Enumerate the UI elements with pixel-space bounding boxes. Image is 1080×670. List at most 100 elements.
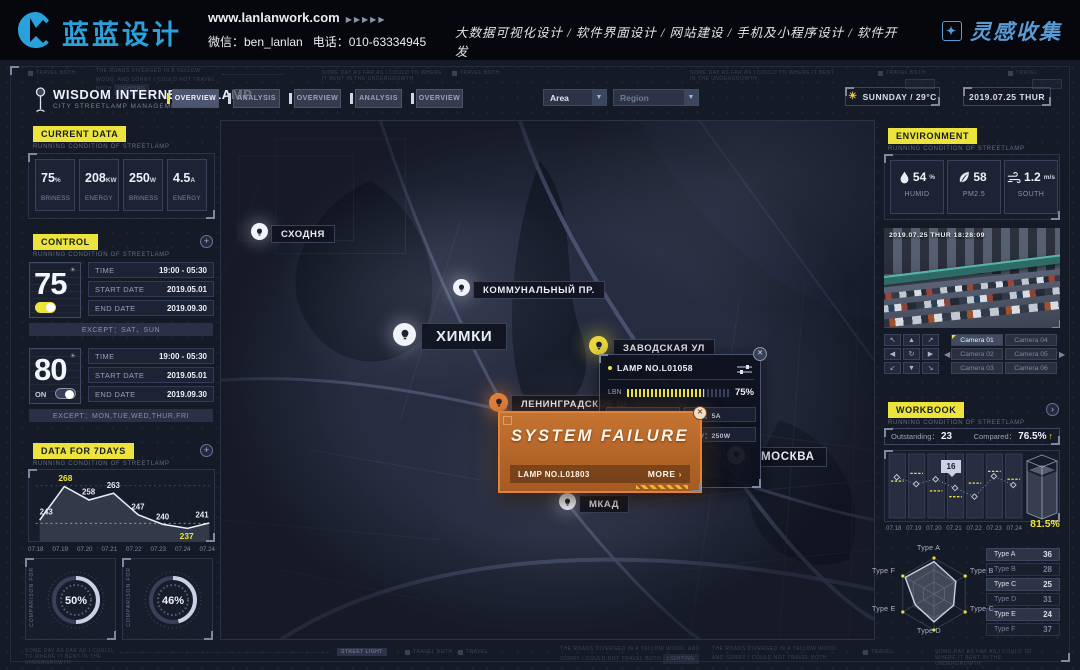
pan-right-button[interactable]: ▶ [922, 348, 939, 360]
camera-list-next-icon[interactable]: ▶ [1059, 350, 1065, 359]
failure-close-icon[interactable]: ✕ [693, 406, 707, 420]
lamp-pin-khimki[interactable] [393, 323, 416, 346]
decor-checkbox-item: TRAVEL BOTH [405, 649, 453, 655]
sliders-icon[interactable] [737, 364, 752, 375]
radar-axis-type-b: Type B [970, 568, 994, 575]
brightness-bar[interactable] [627, 389, 730, 397]
tab-overview-2[interactable]: OVERVIEW [294, 89, 341, 108]
week-chart-subtitle: RUNNING CONDITION OF STREETLAMP [33, 461, 170, 467]
lamp-pin-kommunalny[interactable] [453, 279, 470, 296]
type-row-f[interactable]: Type F37 [986, 623, 1060, 636]
bulb-icon: ☀ [70, 266, 76, 274]
map-label-khimki[interactable]: ХИМКИ [421, 323, 507, 350]
pan-down-button[interactable]: ▼ [903, 362, 920, 374]
pan-up-button[interactable]: ▲ [903, 334, 920, 346]
checkbox-icon [458, 650, 463, 655]
camera-feed[interactable]: 2019.07.25 THUR 18:28:09 [884, 228, 1060, 328]
checkbox-icon [28, 71, 33, 76]
tab-overview-1[interactable]: OVERVIEW [172, 89, 219, 108]
camera-06-button[interactable]: Camera 06 [1005, 362, 1057, 374]
pan-left-button[interactable]: ◀ [884, 348, 901, 360]
lamp-popup-title: LAMP NO.L01058 [617, 363, 693, 373]
camera-03-button[interactable]: Camera 03 [951, 362, 1003, 374]
env-card-humidity: 54% HUMID [890, 160, 944, 214]
map-label-mkad[interactable]: МКАД [579, 495, 629, 513]
schedule-1-toggle[interactable] [35, 302, 56, 313]
type-row-b[interactable]: Type B28 [986, 563, 1060, 576]
lamp-pin-zavodskaya[interactable] [589, 336, 608, 355]
tab-overview-3[interactable]: OVERVIEW [416, 89, 463, 108]
failure-message: SYSTEM FAILURE [500, 427, 700, 446]
camera-05-button[interactable]: Camera 05 [1005, 348, 1057, 360]
refresh-icon[interactable]: ↻ [903, 348, 920, 360]
type-row-d[interactable]: Type D31 [986, 593, 1060, 606]
lamp-pin-leningradskoe[interactable] [489, 393, 508, 412]
decor-poem-text-2: SOME DAY AS FAR AS I COULD TO WHERE IT B… [322, 70, 442, 82]
camera-01-button[interactable]: Camera 01 [951, 334, 1003, 346]
wechat-id: 微信：ben_lanlan [208, 35, 303, 49]
type-row-e[interactable]: Type E24 [986, 608, 1060, 621]
camera-02-button[interactable]: Camera 02 [951, 348, 1003, 360]
week-chart-x-axis: 07.1807.1907.2007.2107.2207.2307.2407.24 [28, 546, 215, 553]
camera-list-col-1: Camera 01 Camera 02 Camera 03 [951, 334, 1003, 374]
city-map[interactable]: СХОДНЯ КОММУНАЛЬНЫЙ ПР. ХИМКИ ЗАВОДСКАЯ … [220, 120, 875, 640]
lamp-pin-mkad[interactable] [559, 493, 576, 510]
workbook-more-button[interactable]: › [1046, 403, 1059, 416]
pan-up-right-button[interactable]: ↗ [922, 334, 939, 346]
date-widget: 2019.07.25 THUR [963, 87, 1051, 106]
popup-close-icon[interactable]: ✕ [753, 347, 767, 361]
decor-footer-text: SOME DAY AS FAR AS I COULD TO WHERE IT B… [25, 648, 115, 666]
tab-bar: OVERVIEW ANALYSIS OVERVIEW ANALYSIS OVER… [172, 89, 463, 108]
droplet-icon [899, 171, 910, 184]
radar-axis-type-d: Type D [917, 628, 941, 635]
type-row-a[interactable]: Type A36 [986, 548, 1060, 561]
start-date-row: START DATE2019.05.01 [88, 281, 214, 297]
stat-card-watts: 250WBRINESS [123, 159, 163, 211]
lamp-pin-skhodnya[interactable] [251, 223, 268, 240]
camera-list-prev-icon[interactable]: ◀ [944, 350, 950, 359]
bar-value-tooltip: 16 [941, 460, 961, 473]
type-row-c[interactable]: Type C25 [986, 578, 1060, 591]
pan-up-left-button[interactable]: ↖ [884, 334, 901, 346]
environment-subtitle: RUNNING CONDITION OF STREETLAMP [888, 146, 1025, 152]
star-icon: ✦ [942, 21, 962, 41]
area-select[interactable]: Area▼ [543, 89, 607, 106]
camera-04-button[interactable]: Camera 04 [1005, 334, 1057, 346]
failure-more-button[interactable]: MORE › [648, 469, 682, 479]
schedule-2-toggle[interactable] [55, 388, 76, 399]
comparison-gauge-2: COMPARISON FOR 46% [122, 558, 213, 640]
bulb-icon [399, 328, 411, 341]
region-select[interactable]: Region▼ [613, 89, 699, 106]
control-add-button[interactable]: + [200, 235, 213, 248]
decor-checkbox-item: TRAVEL BOTH [452, 70, 500, 76]
wind-icon [1007, 172, 1021, 183]
website-link[interactable]: www.lanlanwork.com [208, 10, 340, 25]
weather-widget: ☀SUNNDAY / 29°C [845, 87, 940, 106]
except-row-1: EXCEPT：SAT、SUN [29, 323, 213, 336]
decor-footer-text-2: SOME DAY AS FAR AS I COULD TO WHERE IT B… [935, 649, 1045, 667]
tab-analysis-1[interactable]: ANALYSIS [233, 89, 280, 108]
sun-icon: ☀ [848, 91, 857, 102]
svg-text:247: 247 [131, 502, 145, 511]
map-label-kommunalny[interactable]: КОММУНАЛЬНЫЙ ПР. [473, 281, 605, 299]
trend-up-icon: ↑ [1049, 431, 1054, 441]
except-row-2: EXCEPT：MON,TUE,WED,THUR,FRI [29, 409, 213, 422]
stat-card-energy: 208KWENERGY [79, 159, 119, 211]
workbook-x-axis: 07.1807.1907.2007.2107.2207.2307.24 [886, 525, 1022, 532]
inspiration-collection[interactable]: ✦灵感收集 [942, 16, 1062, 46]
map-roads-layer [221, 121, 874, 639]
workbook-subtitle: RUNNING CONDITION OF STREETLAMP [888, 420, 1025, 426]
map-label-skhodnya[interactable]: СХОДНЯ [271, 225, 335, 243]
current-data-subtitle: RUNNING CONDITION OF STREETLAMP [33, 144, 170, 150]
streetlamp-icon [34, 86, 47, 113]
comparison-gauge-1: COMPARISON FOR 50% [25, 558, 116, 640]
pan-down-left-button[interactable]: ↙ [884, 362, 901, 374]
tab-analysis-2[interactable]: ANALYSIS [355, 89, 402, 108]
decor-checkbox-item: TRAVEL [863, 649, 893, 655]
pan-down-right-button[interactable]: ↘ [922, 362, 939, 374]
control-subtitle: RUNNING CONDITION OF STREETLAMP [33, 252, 170, 258]
week-chart-add-button[interactable]: + [200, 444, 213, 457]
svg-text:258: 258 [82, 488, 96, 497]
svg-text:46%: 46% [162, 595, 184, 607]
svg-text:50%: 50% [65, 595, 87, 607]
